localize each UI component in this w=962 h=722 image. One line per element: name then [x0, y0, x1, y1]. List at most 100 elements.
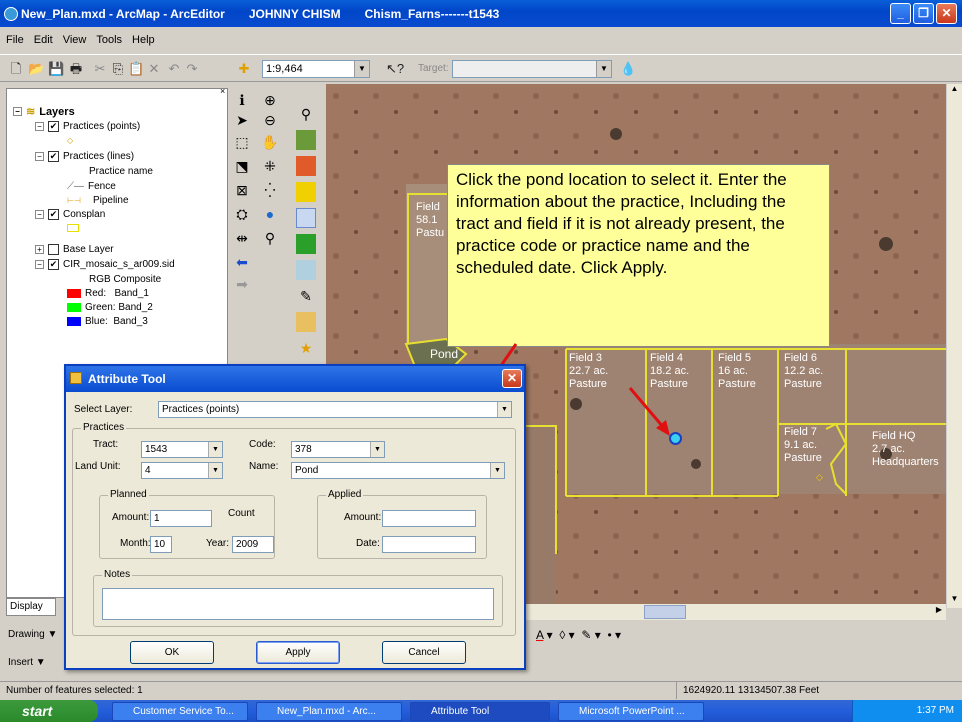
- scroll-right-icon[interactable]: ▶: [936, 605, 942, 614]
- undo-icon[interactable]: ↶: [166, 61, 182, 77]
- notes-textarea[interactable]: [102, 588, 494, 620]
- save-icon[interactable]: 💾: [48, 61, 64, 77]
- toc-layer-cir-mosaic[interactable]: − ✔ CIR_mosaic_s_ar009.sid: [35, 259, 175, 270]
- add-data-icon[interactable]: ✚: [236, 61, 252, 77]
- toc-layer-base[interactable]: + Base Layer: [35, 244, 114, 255]
- restore-button[interactable]: ❐: [913, 3, 934, 24]
- menu-view[interactable]: View: [63, 34, 87, 46]
- paste-icon[interactable]: 📋: [128, 61, 144, 77]
- drawing-menu[interactable]: Drawing ▼: [8, 626, 58, 644]
- delete-icon[interactable]: ✕: [146, 61, 162, 77]
- map-tool-icon[interactable]: [296, 156, 316, 176]
- report-tool-icon[interactable]: [296, 234, 316, 254]
- task-powerpoint[interactable]: Microsoft PowerPoint ...: [558, 702, 704, 721]
- back-extent-icon[interactable]: ⬅: [232, 252, 252, 272]
- tract-dropdown[interactable]: 1543 ▼: [141, 441, 223, 458]
- year-input[interactable]: 2009: [232, 536, 274, 553]
- task-arcmap[interactable]: New_Plan.mxd - Arc...: [256, 702, 402, 721]
- apply-button[interactable]: Apply: [256, 641, 340, 664]
- identify-icon[interactable]: ℹ: [232, 90, 252, 110]
- expand-icon[interactable]: +: [35, 245, 44, 254]
- close-button[interactable]: ✕: [936, 3, 957, 24]
- task-attribute-tool[interactable]: Attribute Tool: [410, 702, 550, 721]
- collapse-icon[interactable]: −: [35, 260, 44, 269]
- layer-checkbox[interactable]: ✔: [48, 151, 59, 162]
- font-color-tools[interactable]: A ▾ ◊ ▾ ✎ ▾ • ▾: [536, 628, 621, 642]
- open-folder-icon[interactable]: 📂: [28, 61, 44, 77]
- ok-button[interactable]: OK: [130, 641, 214, 664]
- collapse-icon[interactable]: −: [35, 152, 44, 161]
- layer-checkbox[interactable]: ✔: [48, 209, 59, 220]
- map-scale-combo[interactable]: 1:9,464 ▼: [262, 60, 370, 78]
- layer-checkbox[interactable]: ✔: [48, 259, 59, 270]
- full-extent-globe-icon[interactable]: ●: [260, 204, 280, 224]
- applied-amount-input[interactable]: [382, 510, 476, 527]
- toc-root[interactable]: − ≋ Layers: [13, 105, 75, 118]
- cut-icon[interactable]: ✂: [92, 61, 108, 77]
- minimize-button[interactable]: _: [890, 3, 911, 24]
- pan-hand-icon[interactable]: ✋: [260, 132, 280, 152]
- fixed-zoom-out-icon[interactable]: ⁛: [260, 180, 280, 200]
- marker-color-icon[interactable]: •: [607, 628, 611, 642]
- print-icon[interactable]: 🖶: [68, 61, 84, 77]
- menu-help[interactable]: Help: [132, 34, 155, 46]
- find-binoculars-icon[interactable]: ⛭: [232, 204, 252, 224]
- search-icon[interactable]: ⚲: [296, 104, 316, 124]
- date-input[interactable]: [382, 536, 476, 553]
- toc-layer-practices-points[interactable]: − ✔ Practices (points): [35, 121, 140, 132]
- select-layer-dropdown[interactable]: Practices (points) ▼: [158, 401, 512, 418]
- tab-display[interactable]: Display: [6, 598, 56, 616]
- menu-file[interactable]: File: [6, 34, 24, 46]
- toc-layer-practices-lines[interactable]: − ✔ Practices (lines): [35, 151, 134, 162]
- selected-pond-point[interactable]: [669, 432, 682, 445]
- name-dropdown[interactable]: Pond ▼: [291, 462, 505, 479]
- scroll-up-icon[interactable]: ▲: [947, 84, 962, 98]
- line-color-icon[interactable]: ✎: [581, 628, 591, 642]
- edit-tool-icon[interactable]: [296, 182, 316, 202]
- zoom-out-icon[interactable]: ⊖: [260, 110, 280, 130]
- chart-tool-icon[interactable]: [296, 260, 316, 280]
- layer-tool-icon[interactable]: [296, 130, 316, 150]
- menu-tools[interactable]: Tools: [96, 34, 122, 46]
- whats-this-icon[interactable]: ↖?: [386, 61, 404, 77]
- pencil-tool-icon[interactable]: ✎: [296, 286, 316, 306]
- star-tool-icon[interactable]: ★: [296, 338, 316, 358]
- select-elements-icon[interactable]: ⬔: [232, 156, 252, 176]
- land-unit-dropdown[interactable]: 4 ▼: [141, 462, 223, 479]
- clear-selection-icon[interactable]: ⊠: [232, 180, 252, 200]
- toc-layer-consplan[interactable]: − ✔ Consplan: [35, 209, 105, 220]
- calculator-icon[interactable]: [296, 312, 316, 332]
- attribute-tool-icon[interactable]: [296, 208, 316, 228]
- new-document-icon[interactable]: 🗋: [8, 61, 24, 77]
- collapse-icon[interactable]: −: [13, 107, 22, 116]
- editor-icon[interactable]: 💧: [620, 61, 636, 77]
- copy-icon[interactable]: ⎘: [110, 61, 126, 77]
- insert-menu[interactable]: Insert ▼: [8, 654, 58, 672]
- scroll-thumb[interactable]: [644, 605, 686, 619]
- layer-checkbox[interactable]: [48, 244, 59, 255]
- fill-color-icon[interactable]: ◊: [559, 628, 565, 642]
- collapse-icon[interactable]: −: [35, 210, 44, 219]
- menu-edit[interactable]: Edit: [34, 34, 53, 46]
- redo-icon[interactable]: ↷: [184, 61, 200, 77]
- start-button[interactable]: start: [0, 700, 98, 722]
- forward-extent-icon[interactable]: ➡: [232, 274, 252, 294]
- hyperlink-icon[interactable]: ⚲: [260, 228, 280, 248]
- month-input[interactable]: 10: [150, 536, 172, 553]
- target-combo[interactable]: ▼: [452, 60, 612, 78]
- vertical-scrollbar[interactable]: ▲ ▼: [946, 84, 962, 608]
- select-arrow-icon[interactable]: ➤: [232, 110, 252, 130]
- layer-checkbox[interactable]: ✔: [48, 121, 59, 132]
- collapse-icon[interactable]: −: [35, 122, 44, 131]
- planned-amount-input[interactable]: 1: [150, 510, 212, 527]
- cancel-button[interactable]: Cancel: [382, 641, 466, 664]
- measure-icon[interactable]: ⇹: [232, 228, 252, 248]
- zoom-in-icon[interactable]: ⊕: [260, 90, 280, 110]
- task-customer-service[interactable]: Customer Service To...: [112, 702, 248, 721]
- select-features-icon[interactable]: ⬚: [232, 132, 252, 152]
- code-dropdown[interactable]: 378 ▼: [291, 441, 385, 458]
- scroll-down-icon[interactable]: ▼: [947, 594, 962, 608]
- toc-close-icon[interactable]: ×: [220, 86, 225, 96]
- dialog-close-button[interactable]: ✕: [502, 369, 522, 388]
- fixed-zoom-in-icon[interactable]: ⁜: [260, 156, 280, 176]
